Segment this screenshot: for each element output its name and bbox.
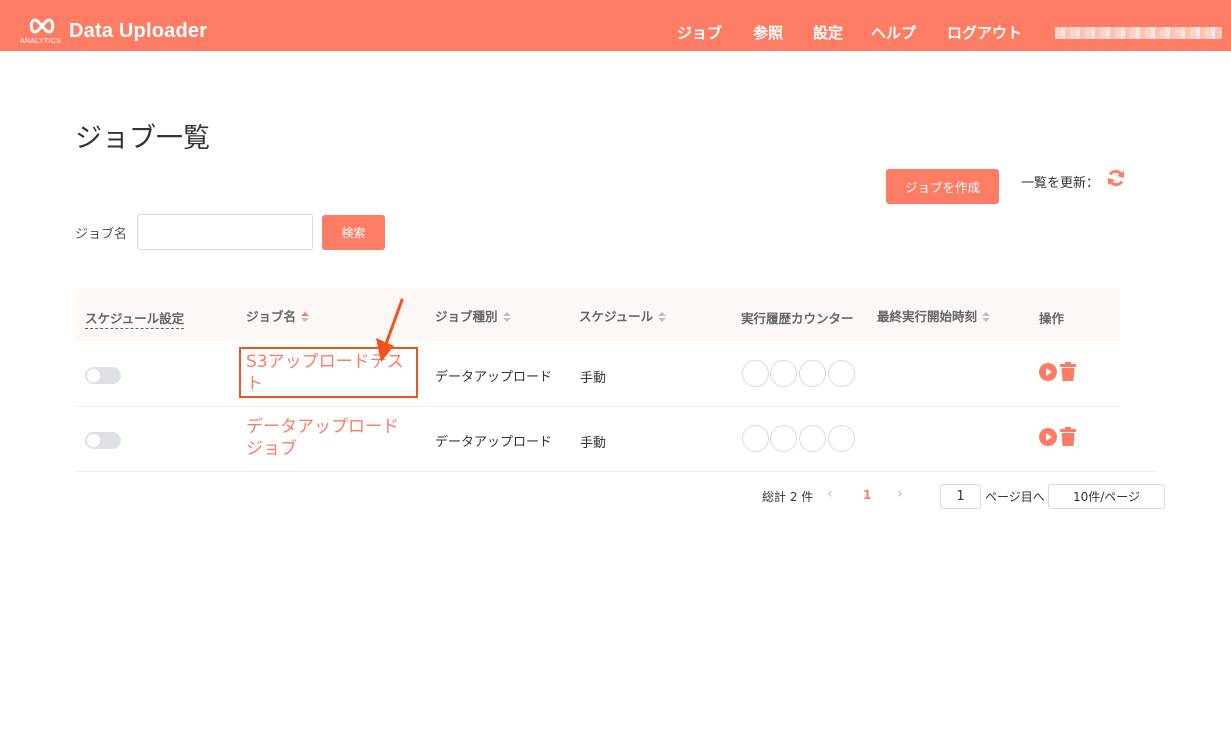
job-name-line: ジョブ xyxy=(246,439,297,459)
refresh-icon[interactable] xyxy=(1106,168,1126,188)
schedule-cell: 手動 xyxy=(580,436,607,451)
sort-icon[interactable] xyxy=(301,312,310,323)
page-number[interactable]: 1 xyxy=(863,488,871,502)
nav-jobs[interactable]: ジョブ xyxy=(677,22,722,43)
history-counter-circle xyxy=(799,360,826,387)
sort-icon[interactable] xyxy=(658,312,667,323)
run-icon[interactable] xyxy=(1039,428,1057,450)
schedule-toggle[interactable] xyxy=(85,367,121,384)
nav-logout[interactable]: ログアウト xyxy=(947,22,1022,43)
page-jump-input[interactable]: 1 xyxy=(940,484,981,509)
trash-icon[interactable] xyxy=(1060,362,1076,385)
history-counter-circle xyxy=(742,360,769,387)
col-last-run-label: 最終実行開始時刻 xyxy=(877,309,978,324)
col-schedule[interactable]: スケジュール xyxy=(579,306,667,325)
top-navbar: ANALYTICS Data Uploader ジョブ 参照 設定 ヘルプ ログ… xyxy=(0,0,1231,51)
col-actions: 操作 xyxy=(1039,311,1065,326)
job-name-line: データアップロード xyxy=(246,417,399,437)
col-last-run[interactable]: 最終実行開始時刻 xyxy=(877,306,991,325)
row-divider xyxy=(75,406,1120,407)
col-schedule-label: スケジュール xyxy=(579,309,654,324)
history-counter-circle xyxy=(742,425,769,452)
logo-subtitle: ANALYTICS xyxy=(20,38,62,45)
trash-icon[interactable] xyxy=(1060,427,1076,450)
annotation-arrow-icon xyxy=(376,298,404,362)
schedule-toggle[interactable] xyxy=(85,432,121,449)
refresh-label: 一覧を更新： xyxy=(1021,176,1100,191)
nav-help[interactable]: ヘルプ xyxy=(871,22,916,43)
chevron-left-icon[interactable]: ‹ xyxy=(827,486,833,502)
sort-icon[interactable] xyxy=(982,312,991,323)
history-counter-circle xyxy=(770,425,797,452)
schedule-cell: 手動 xyxy=(580,371,607,386)
col-history-counter: 実行履歴カウンター xyxy=(741,311,854,326)
create-job-button[interactable]: ジョブを作成 xyxy=(886,169,999,204)
col-job-name[interactable]: ジョブ名 xyxy=(246,306,310,325)
page-size-select[interactable]: 10件/ページ xyxy=(1048,484,1165,509)
analytics-logo-icon[interactable]: ANALYTICS xyxy=(20,17,64,49)
search-label: ジョブ名 xyxy=(75,227,128,242)
search-button[interactable]: 検索 xyxy=(322,215,385,250)
history-counter-circle xyxy=(828,360,855,387)
chevron-right-icon[interactable]: › xyxy=(897,486,903,502)
nav-settings[interactable]: 設定 xyxy=(813,22,843,43)
job-name-link[interactable]: データアップロード ジョブ xyxy=(246,416,399,460)
history-counter-circle xyxy=(799,425,826,452)
app-title[interactable]: Data Uploader xyxy=(69,20,207,43)
history-counter-circle xyxy=(828,425,855,452)
history-counter-circle xyxy=(770,360,797,387)
run-icon[interactable] xyxy=(1039,363,1057,385)
sort-icon[interactable] xyxy=(502,312,511,323)
user-account-redacted[interactable] xyxy=(1055,27,1222,39)
col-job-type-label: ジョブ種別 xyxy=(435,309,498,324)
job-type-cell: データアップロード xyxy=(435,435,553,450)
page-jump-label: ページ目へ xyxy=(985,490,1045,504)
nav-reference[interactable]: 参照 xyxy=(753,22,783,43)
job-name-search-input[interactable] xyxy=(137,214,313,250)
row-divider xyxy=(75,471,1157,472)
col-job-type[interactable]: ジョブ種別 xyxy=(435,306,511,325)
page-title: ジョブ一覧 xyxy=(75,123,210,154)
col-job-name-label: ジョブ名 xyxy=(246,309,297,324)
total-count: 総計 2 件 xyxy=(762,490,814,504)
job-type-cell: データアップロード xyxy=(435,370,553,385)
col-schedule-setting[interactable]: スケジュール設定 xyxy=(85,308,185,329)
